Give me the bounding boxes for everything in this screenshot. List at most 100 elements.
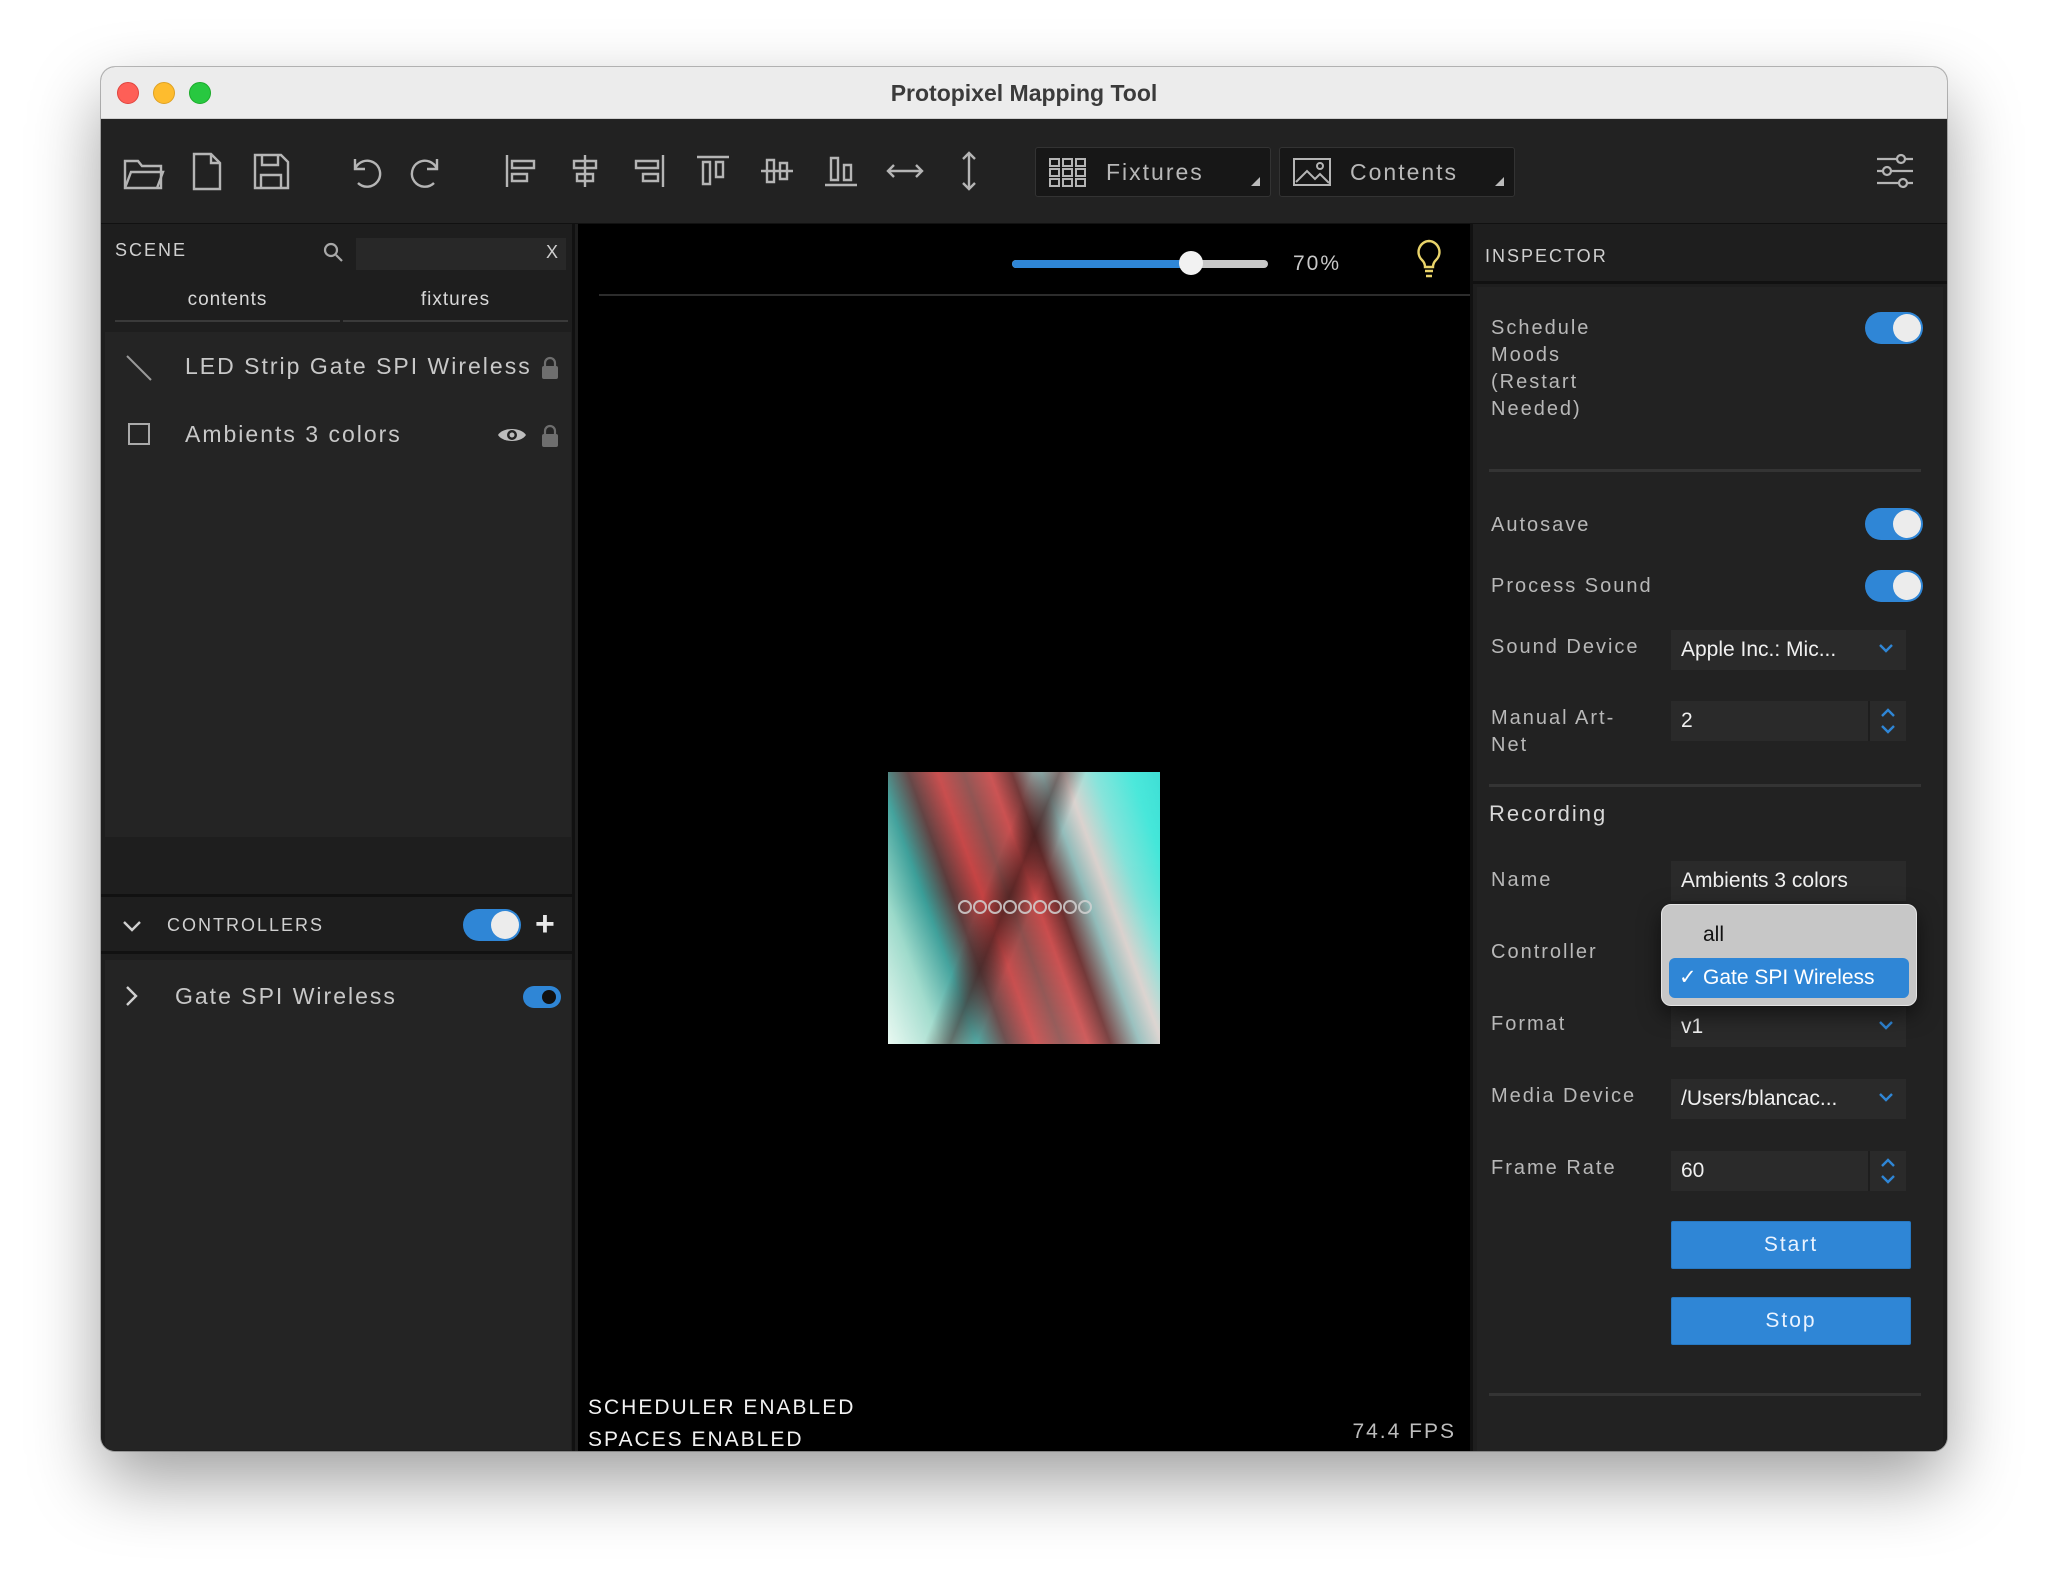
chevron-down-icon	[1879, 1021, 1893, 1030]
process-sound-label: Process Sound	[1491, 575, 1653, 597]
save-icon[interactable]	[247, 147, 295, 195]
chevron-down-icon	[1879, 644, 1893, 653]
scene-tabs: contents fixtures	[101, 282, 572, 322]
zoom-slider-thumb[interactable]	[1179, 251, 1203, 275]
recording-name-input[interactable]: Ambients 3 colors	[1671, 861, 1906, 901]
new-file-icon[interactable]	[183, 147, 231, 195]
settings-sliders-icon[interactable]	[1871, 147, 1919, 195]
content-ambients-image[interactable]	[888, 772, 1160, 1044]
sound-device-value: Apple Inc.: Mic...	[1681, 638, 1837, 661]
align-right-icon[interactable]	[625, 147, 673, 195]
controller-enabled-toggle[interactable]	[523, 986, 561, 1008]
schedule-moods-label: Schedule Moods (Restart Needed)	[1491, 317, 1591, 420]
inspector-body: Schedule Moods (Restart Needed) Autosave…	[1477, 287, 1943, 1451]
dropdown-corner-icon	[1251, 177, 1260, 186]
open-folder-icon[interactable]	[119, 147, 167, 195]
sound-device-label: Sound Device	[1491, 636, 1640, 658]
align-center-horizontal-icon[interactable]	[561, 147, 609, 195]
fixtures-dropdown-button[interactable]: Fixtures	[1035, 147, 1271, 197]
chevron-down-icon[interactable]	[121, 915, 143, 937]
sound-device-select[interactable]: Apple Inc.: Mic...	[1671, 630, 1906, 670]
recording-name-label: Name	[1491, 869, 1553, 891]
recording-start-button[interactable]: Start	[1671, 1221, 1911, 1269]
controllers-enabled-toggle[interactable]	[463, 909, 521, 941]
tab-contents[interactable]: contents	[115, 282, 340, 322]
media-device-value: /Users/blancac...	[1681, 1087, 1838, 1110]
contents-dropdown-button[interactable]: Contents	[1279, 147, 1515, 197]
eye-icon[interactable]	[497, 424, 527, 446]
schedule-moods-toggle[interactable]	[1865, 312, 1923, 344]
stepper-separator	[1868, 1151, 1870, 1191]
controllers-header: CONTROLLERS +	[101, 894, 572, 954]
stepper-separator	[1868, 701, 1870, 741]
checkmark-icon: ✓	[1679, 966, 1697, 989]
divider	[1489, 1393, 1921, 1396]
recording-format-value: v1	[1681, 1015, 1704, 1038]
manual-artnet-value: 2	[1681, 709, 1693, 732]
inspector-title: INSPECTOR	[1485, 246, 1608, 266]
canvas-area[interactable]: 70% SCHEDULER ENABLED SPACES ENABLED 74.…	[578, 224, 1470, 1451]
inspector-header: INSPECTOR	[1473, 224, 1947, 284]
controller-option-all[interactable]: all	[1669, 915, 1909, 955]
align-bottom-icon[interactable]	[817, 147, 865, 195]
recording-controller-label: Controller	[1491, 941, 1598, 963]
controller-option-gate-spi-wireless[interactable]: ✓ Gate SPI Wireless	[1669, 958, 1909, 998]
lock-icon[interactable]	[541, 424, 559, 448]
scene-header: SCENE X	[101, 224, 572, 276]
controllers-title: CONTROLLERS	[167, 915, 325, 935]
window-title: Protopixel Mapping Tool	[890, 80, 1158, 106]
redo-icon[interactable]	[403, 147, 451, 195]
distribute-horizontal-icon[interactable]	[881, 147, 929, 195]
manual-artnet-stepper[interactable]: 2	[1671, 701, 1906, 741]
option-label: Gate SPI Wireless	[1703, 966, 1875, 989]
image-icon	[1293, 158, 1331, 186]
dropdown-corner-icon	[1495, 177, 1504, 186]
recording-stop-button[interactable]: Stop	[1671, 1297, 1911, 1345]
controller-item-gate-spi[interactable]: Gate SPI Wireless	[105, 966, 571, 1026]
stepper-arrows-icon[interactable]	[1878, 703, 1898, 739]
chevron-right-icon[interactable]	[121, 984, 141, 1008]
title-bar: Protopixel Mapping Tool	[101, 67, 1947, 119]
undo-icon[interactable]	[341, 147, 389, 195]
frame-rate-value: 60	[1681, 1159, 1705, 1182]
stepper-arrows-icon[interactable]	[1878, 1153, 1898, 1189]
canvas-ruler-line	[599, 294, 1470, 296]
autosave-label: Autosave	[1491, 514, 1591, 536]
controllers-list: Gate SPI Wireless	[105, 960, 571, 1450]
media-device-select[interactable]: /Users/blancac...	[1671, 1079, 1906, 1119]
search-icon	[323, 242, 343, 262]
lock-icon[interactable]	[541, 356, 559, 380]
scene-search-input[interactable]: X	[356, 238, 566, 270]
led-strip-fixture[interactable]	[958, 900, 1094, 914]
zoom-slider[interactable]	[1012, 251, 1268, 275]
frame-rate-stepper[interactable]: 60	[1671, 1151, 1906, 1191]
align-middle-vertical-icon[interactable]	[753, 147, 801, 195]
app-window: Protopixel Mapping Tool Fixtures Content…	[101, 67, 1947, 1451]
autosave-toggle[interactable]	[1865, 508, 1923, 540]
recording-format-label: Format	[1491, 1013, 1567, 1035]
align-left-icon[interactable]	[497, 147, 545, 195]
tab-fixtures[interactable]: fixtures	[343, 282, 568, 322]
square-icon	[128, 423, 150, 445]
toolbar: Fixtures Contents	[101, 119, 1947, 224]
process-sound-toggle[interactable]	[1865, 570, 1923, 602]
search-clear-button[interactable]: X	[546, 242, 558, 263]
scheduler-status: SCHEDULER ENABLED	[588, 1396, 856, 1419]
controller-item-label: Gate SPI Wireless	[175, 983, 397, 1009]
add-controller-button[interactable]: +	[535, 905, 555, 944]
align-top-icon[interactable]	[689, 147, 737, 195]
scene-title: SCENE	[115, 240, 188, 260]
zoom-slider-fill	[1012, 260, 1191, 268]
scene-item-ambients[interactable]: Ambients 3 colors	[105, 404, 571, 464]
inspector-panel: INSPECTOR Schedule Moods (Restart Needed…	[1470, 224, 1947, 1451]
spaces-status: SPACES ENABLED	[588, 1428, 804, 1451]
lightbulb-icon[interactable]	[1414, 238, 1444, 280]
scene-list: LED Strip Gate SPI Wireless Ambients 3 c…	[105, 332, 571, 837]
manual-artnet-label: Manual Art-Net	[1491, 707, 1616, 756]
distribute-vertical-icon[interactable]	[945, 147, 993, 195]
scene-item-led-strip[interactable]: LED Strip Gate SPI Wireless	[105, 336, 571, 396]
recording-format-select[interactable]: v1	[1671, 1007, 1906, 1047]
divider	[1489, 469, 1921, 472]
divider	[1489, 784, 1921, 787]
scene-item-label: Ambients 3 colors	[185, 421, 402, 447]
